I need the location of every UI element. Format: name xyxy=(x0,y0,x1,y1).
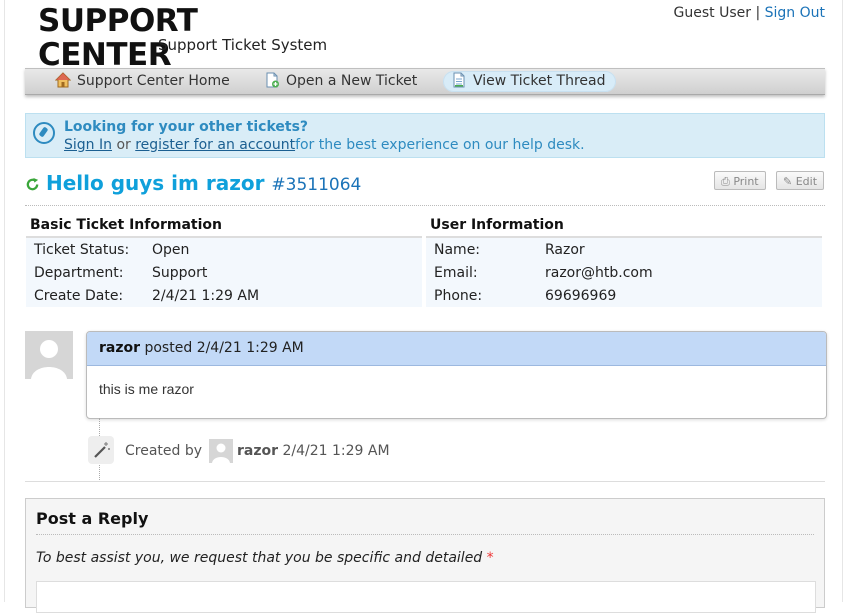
info-key: Ticket Status: xyxy=(34,241,130,258)
table-row: Email: razor@htb.com xyxy=(426,261,822,284)
home-icon xyxy=(55,72,71,88)
table-row: Create Date: 2/4/21 1:29 AM xyxy=(26,284,422,307)
user-info-panel: User Information Name: Razor Email: razor@… xyxy=(426,214,822,307)
divider xyxy=(25,481,825,482)
print-icon: ⎙ xyxy=(721,175,730,188)
created-by-label: Created by xyxy=(125,443,203,459)
notice-or: or xyxy=(116,137,131,153)
nav-item-home[interactable]: Support Center Home xyxy=(47,71,240,92)
reply-hint: To best assist you, we request that you … xyxy=(36,550,494,566)
register-link[interactable]: register for an account xyxy=(135,137,295,153)
user-email-value: razor@htb.com xyxy=(545,264,653,281)
user-avatar-icon xyxy=(25,331,73,379)
sign-out-link[interactable]: Sign Out xyxy=(765,5,825,21)
guest-user-label: Guest User xyxy=(673,5,751,21)
sign-in-link[interactable]: Sign In xyxy=(64,137,112,153)
info-key: Phone: xyxy=(434,287,483,304)
divider xyxy=(25,205,825,206)
other-tickets-notice: Looking for your other tickets? Sign In … xyxy=(25,113,825,158)
print-label: Print xyxy=(733,175,759,188)
info-key: Create Date: xyxy=(34,287,124,304)
divider xyxy=(36,534,814,535)
nav-item-view-thread[interactable]: View Ticket Thread xyxy=(443,71,616,92)
thread-entry: razor posted 2/4/21 1:29 AM this is me r… xyxy=(86,331,827,419)
new-ticket-icon xyxy=(266,72,279,88)
edit-button[interactable]: ✎ Edit xyxy=(776,171,825,190)
table-row: Ticket Status: Open xyxy=(26,238,422,261)
magic-wand-glyph xyxy=(94,442,110,458)
basic-info-heading: Basic Ticket Information xyxy=(26,214,422,238)
department-value: Support xyxy=(152,264,208,281)
magic-wand-icon xyxy=(88,436,114,464)
ticket-subject: Hello guys im razor xyxy=(46,171,265,195)
user-phone-value: 69696969 xyxy=(545,287,617,304)
logo-subtitle: Support Ticket System xyxy=(158,36,328,54)
nav-label-open-ticket: Open a New Ticket xyxy=(286,73,418,89)
table-row: Department: Support xyxy=(26,261,422,284)
event-date: 2/4/21 1:29 AM xyxy=(282,443,390,459)
user-info-table: Name: Razor Email: razor@htb.com Phone: 696… xyxy=(426,238,822,307)
info-key: Name: xyxy=(434,241,481,258)
user-bar: Guest User | Sign Out xyxy=(674,5,825,21)
avatar xyxy=(25,331,73,379)
ticket-header: Hello guys im razor #3511064 ⎙ Print ✎ E… xyxy=(25,171,825,199)
notice-text: Sign In or register for an accountfor th… xyxy=(64,137,585,153)
thread-posted-label: posted xyxy=(144,340,193,356)
main-nav: Support Center Home Open a New Ticket Vi… xyxy=(25,68,825,95)
thread-entry-header: razor posted 2/4/21 1:29 AM xyxy=(87,332,826,366)
create-date-value: 2/4/21 1:29 AM xyxy=(152,287,260,304)
thread-event: Created by razor 2/4/21 1:29 AM xyxy=(88,436,828,466)
nav-label-home: Support Center Home xyxy=(77,73,230,89)
post-reply-panel: Post a Reply To best assist you, we requ… xyxy=(25,498,825,613)
notice-heading: Looking for your other tickets? xyxy=(64,119,309,135)
thread-message: this is me razor xyxy=(99,381,194,397)
user-name-value: Razor xyxy=(545,241,585,258)
event-avatar xyxy=(209,439,233,463)
event-meta: razor 2/4/21 1:29 AM xyxy=(237,443,390,459)
table-row: Phone: 69696969 xyxy=(426,284,822,307)
ticket-thread-icon xyxy=(453,72,465,88)
reply-heading: Post a Reply xyxy=(36,509,149,528)
ticket-number: #3511064 xyxy=(271,175,362,195)
nav-item-open-ticket[interactable]: Open a New Ticket xyxy=(256,71,427,92)
refresh-icon[interactable] xyxy=(25,177,40,192)
reply-editor[interactable] xyxy=(36,581,816,613)
event-author: razor xyxy=(237,443,279,459)
ticket-title[interactable]: Hello guys im razor #3511064 xyxy=(46,171,361,195)
ticket-status-value: Open xyxy=(152,241,190,258)
thread-author: razor xyxy=(99,340,141,356)
reply-hint-text: To best assist you, we request that you … xyxy=(36,550,483,566)
user-avatar-small-icon xyxy=(209,439,233,463)
edit-label: Edit xyxy=(795,175,818,188)
user-info-heading: User Information xyxy=(426,214,822,238)
basic-info-table: Ticket Status: Open Department: Support Cr… xyxy=(26,238,422,307)
required-mark: * xyxy=(486,550,494,566)
basic-info-panel: Basic Ticket Information Ticket Status: O… xyxy=(26,214,422,307)
logo[interactable]: SUPPORT CENTER Support Ticket System xyxy=(38,4,338,72)
compass-icon xyxy=(33,122,55,144)
table-row: Name: Razor xyxy=(426,238,822,261)
thread-date: 2/4/21 1:29 AM xyxy=(196,340,304,356)
info-key: Email: xyxy=(434,264,478,281)
edit-icon: ✎ xyxy=(783,175,793,188)
notice-tail: for the best experience on our help desk… xyxy=(295,137,585,153)
info-key: Department: xyxy=(34,264,124,281)
nav-label-view-thread: View Ticket Thread xyxy=(473,73,606,89)
print-button[interactable]: ⎙ Print xyxy=(714,171,766,190)
separator: | xyxy=(755,5,761,21)
